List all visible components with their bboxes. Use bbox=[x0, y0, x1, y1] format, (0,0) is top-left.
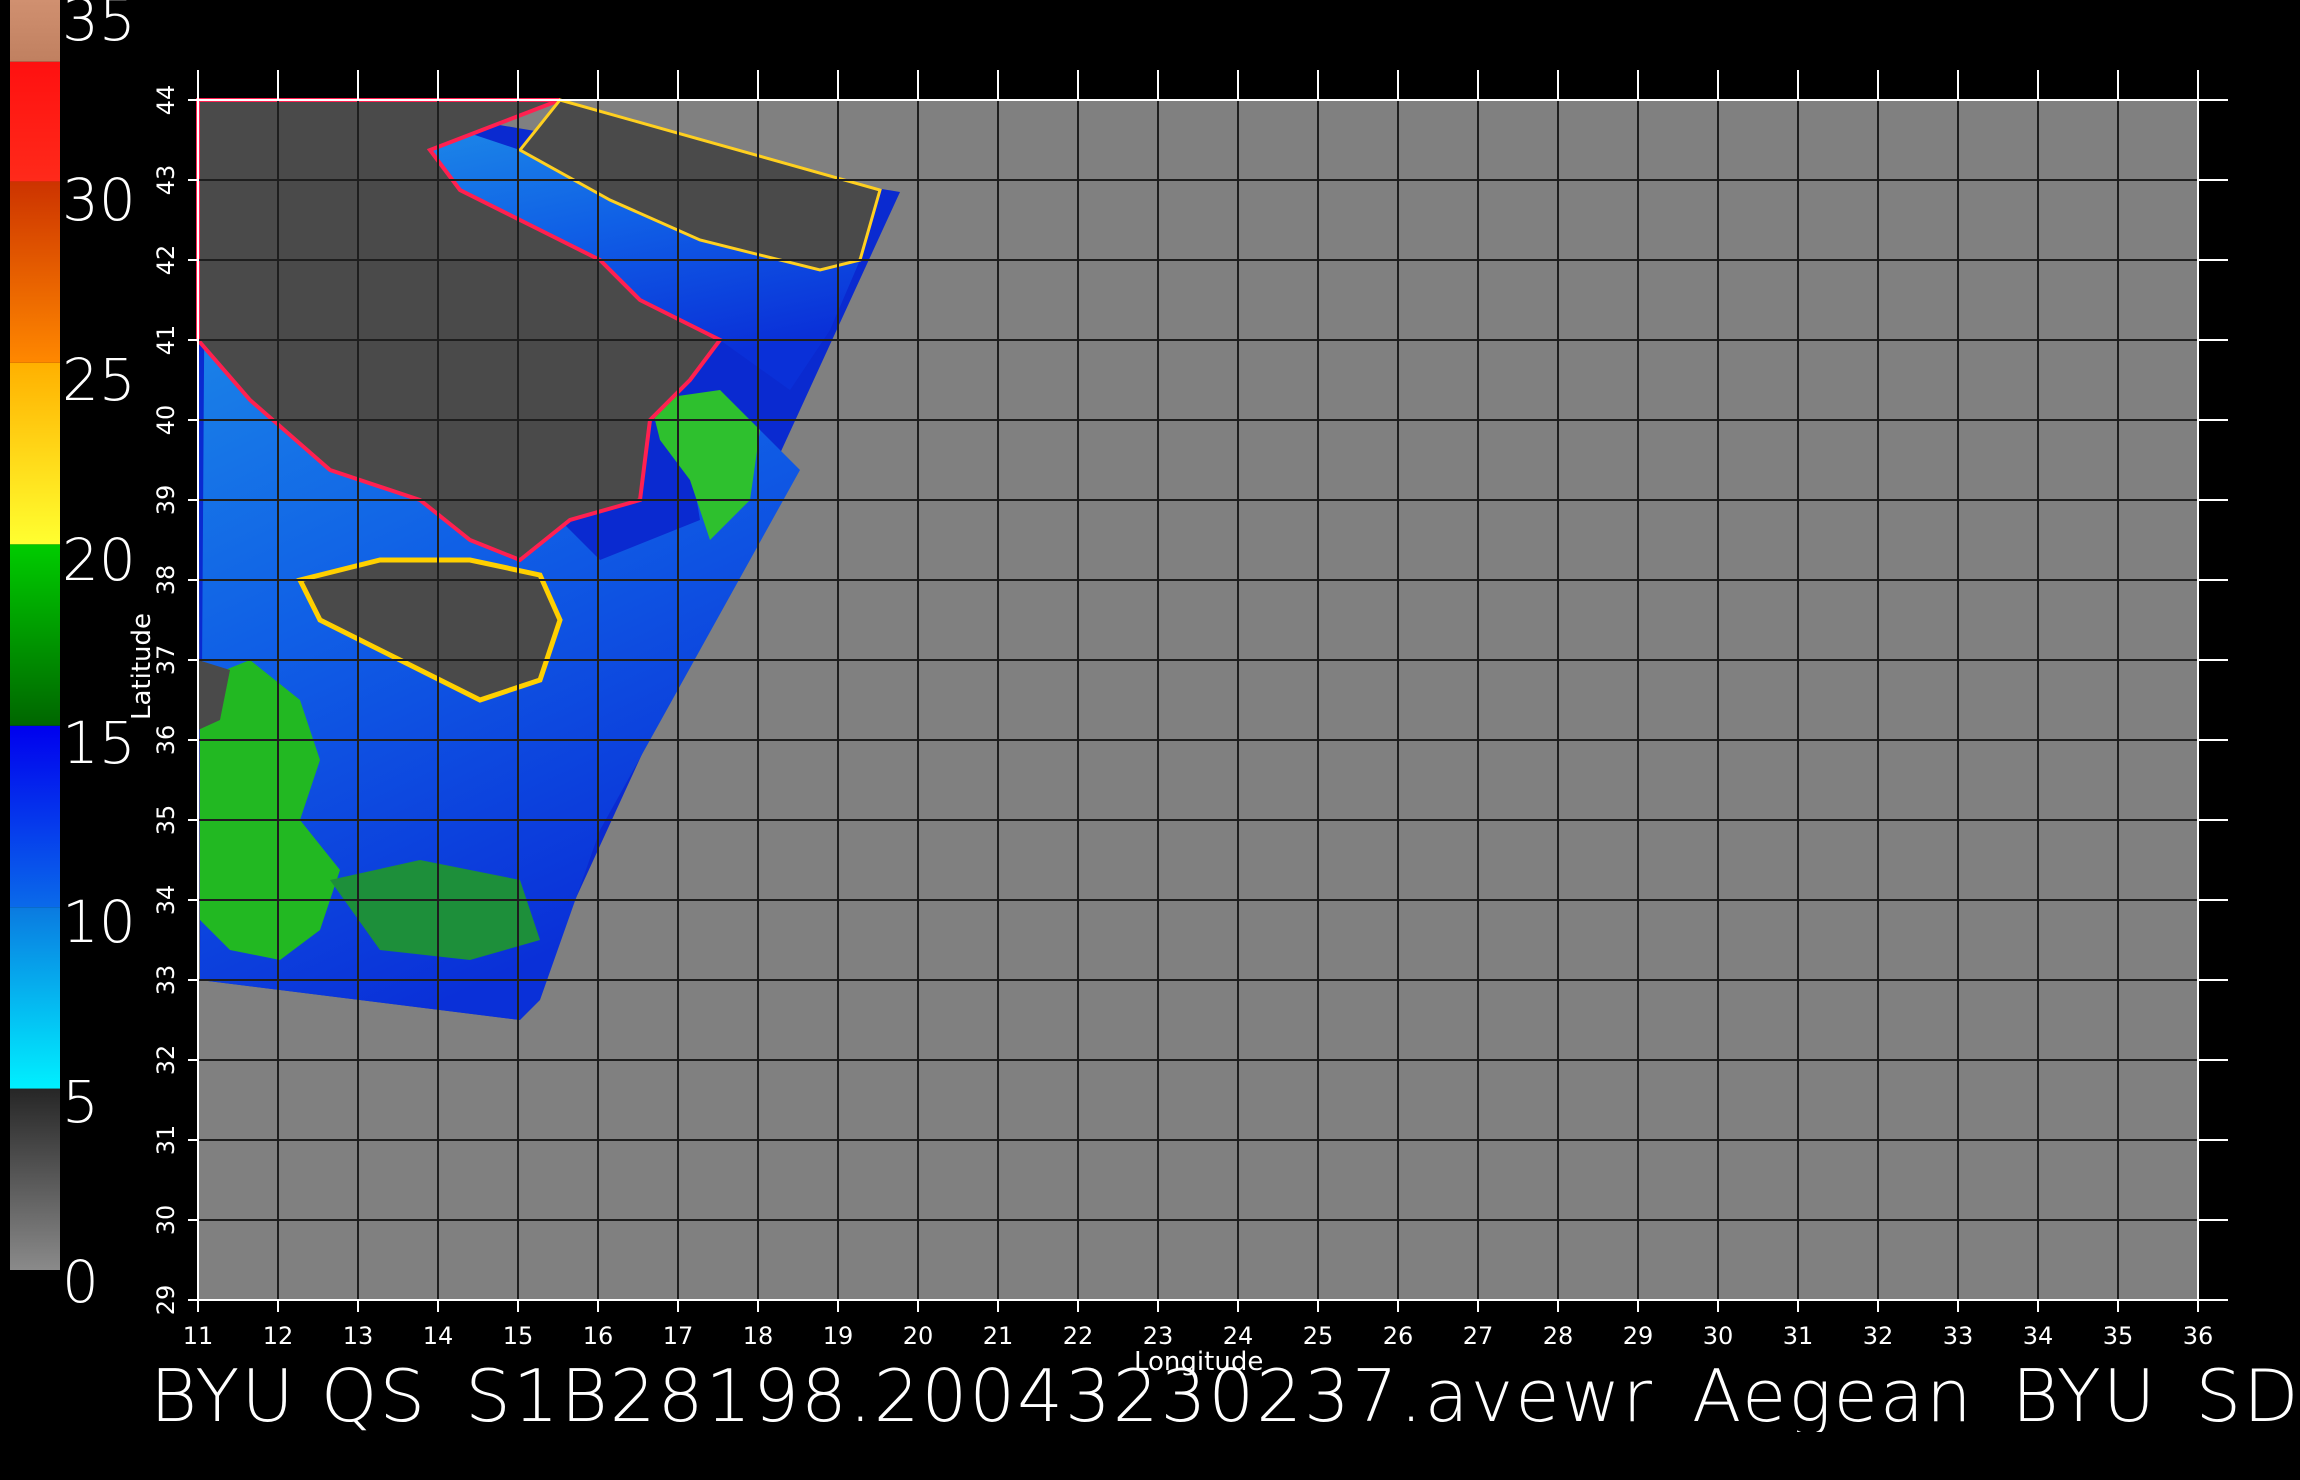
colorbar-label-15: 15 bbox=[62, 709, 136, 777]
lat-tick-label: 34 bbox=[152, 885, 180, 916]
lon-tick-label: 25 bbox=[1303, 1322, 1334, 1350]
colorbar-label-30: 30 bbox=[62, 166, 136, 234]
lat-tick-label: 35 bbox=[152, 805, 180, 836]
y-axis-title: Latitude bbox=[127, 613, 157, 720]
lon-tick-label: 12 bbox=[263, 1322, 294, 1350]
lon-tick-label: 35 bbox=[2103, 1322, 2134, 1350]
colorbar-label-10: 10 bbox=[62, 888, 136, 956]
colorbar-band bbox=[10, 0, 60, 62]
lon-tick-label: 21 bbox=[983, 1322, 1014, 1350]
colorbar-band bbox=[10, 61, 60, 182]
lon-tick-label: 27 bbox=[1463, 1322, 1494, 1350]
lon-tick-label: 19 bbox=[823, 1322, 854, 1350]
colorbar-label-5: 5 bbox=[62, 1068, 99, 1136]
lat-tick-label: 40 bbox=[152, 405, 180, 436]
lon-tick-label: 13 bbox=[343, 1322, 374, 1350]
lon-tick-label: 16 bbox=[583, 1322, 614, 1350]
colorbar-band bbox=[10, 1088, 60, 1270]
lon-tick-label: 30 bbox=[1703, 1322, 1734, 1350]
lon-tick-label: 23 bbox=[1143, 1322, 1174, 1350]
lon-tick-label: 22 bbox=[1063, 1322, 1094, 1350]
lon-tick-label: 26 bbox=[1383, 1322, 1414, 1350]
colorbar-label-25: 25 bbox=[62, 346, 136, 414]
colorbar-label-0: 0 bbox=[62, 1248, 99, 1316]
lon-tick-label: 34 bbox=[2023, 1322, 2054, 1350]
colorbar-band bbox=[10, 725, 60, 908]
lon-tick-label: 24 bbox=[1223, 1322, 1254, 1350]
lat-tick-label: 39 bbox=[152, 485, 180, 516]
lat-tick-label: 30 bbox=[152, 1205, 180, 1236]
lon-tick-label: 15 bbox=[503, 1322, 534, 1350]
colorbar-band bbox=[10, 181, 60, 363]
colorbar: 35 30 25 20 15 10 5 0 bbox=[10, 0, 136, 1316]
lat-tick-label: 41 bbox=[152, 325, 180, 356]
lon-tick-label: 18 bbox=[743, 1322, 774, 1350]
lat-tick-label: 42 bbox=[152, 245, 180, 276]
lon-tick-label: 14 bbox=[423, 1322, 454, 1350]
lat-tick-label: 38 bbox=[152, 565, 180, 596]
lon-tick-label: 36 bbox=[2183, 1322, 2214, 1350]
lon-tick-label: 32 bbox=[1863, 1322, 1894, 1350]
lat-tick-label: 29 bbox=[152, 1285, 180, 1316]
wind-speed-map: 35 30 25 20 15 10 5 0 11 12 13 14 15 16 17 18 19… bbox=[10, 0, 2228, 1377]
lat-tick-label: 32 bbox=[152, 1045, 180, 1076]
lat-tick-label: 31 bbox=[152, 1125, 180, 1156]
lon-tick-label: 33 bbox=[1943, 1322, 1974, 1350]
lon-tick-label: 28 bbox=[1543, 1322, 1574, 1350]
colorbar-band bbox=[10, 907, 60, 1089]
lat-tick-label: 36 bbox=[152, 725, 180, 756]
lon-tick-label: 11 bbox=[183, 1322, 214, 1350]
colorbar-band bbox=[10, 362, 60, 545]
lon-tick-label: 31 bbox=[1783, 1322, 1814, 1350]
colorbar-label-20: 20 bbox=[62, 526, 136, 594]
lat-tick-label: 33 bbox=[152, 965, 180, 996]
lon-tick-label: 20 bbox=[903, 1322, 934, 1350]
footer-title: BYU QS_S1B28198.20043230237.avewr_Aegean… bbox=[150, 1360, 2300, 1432]
lat-tick-label: 43 bbox=[152, 165, 180, 196]
lon-tick-label: 17 bbox=[663, 1322, 694, 1350]
lon-tick-label: 29 bbox=[1623, 1322, 1654, 1350]
lat-tick-label: 44 bbox=[152, 85, 180, 116]
colorbar-label-35: 35 bbox=[62, 0, 136, 54]
colorbar-band bbox=[10, 544, 60, 726]
